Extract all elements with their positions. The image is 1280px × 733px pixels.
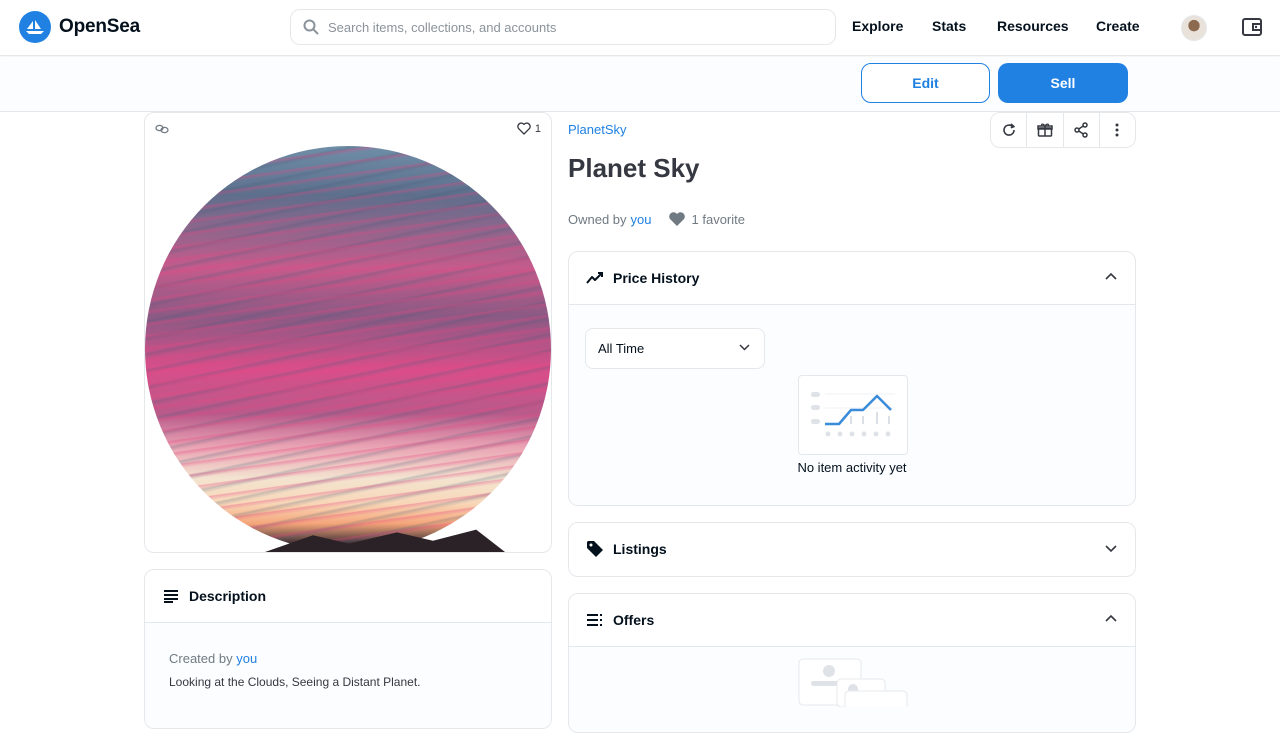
- opensea-logo[interactable]: OpenSea: [19, 11, 140, 43]
- more-vertical-icon: [1115, 123, 1119, 137]
- brand-name: OpenSea: [59, 16, 140, 37]
- more-options-button[interactable]: [1100, 113, 1135, 147]
- opensea-ship-icon: [19, 11, 51, 43]
- edit-button[interactable]: Edit: [861, 63, 990, 103]
- top-nav: OpenSea Explore Stats Resources Create: [0, 0, 1280, 56]
- creator-link[interactable]: you: [236, 651, 257, 666]
- offers-title: Offers: [613, 612, 655, 628]
- tag-icon: [587, 541, 603, 557]
- description-title: Description: [189, 588, 267, 604]
- share-icon: [1074, 122, 1088, 138]
- price-history-header[interactable]: Price History: [569, 252, 1135, 304]
- gift-icon: [1037, 123, 1053, 137]
- asset-image-card: 1: [144, 112, 552, 553]
- search-icon: [303, 19, 319, 35]
- search-input[interactable]: [328, 19, 808, 35]
- empty-chart-illustration: [798, 375, 908, 455]
- owner-link[interactable]: you: [631, 212, 652, 227]
- ownership-line: Owned by you 1 favorite: [568, 211, 745, 227]
- item-title: Planet Sky: [568, 153, 700, 183]
- nav-explore[interactable]: Explore: [852, 18, 903, 34]
- heart-filled-icon: [668, 212, 685, 226]
- listings-title: Listings: [613, 541, 667, 557]
- profile-avatar[interactable]: [1181, 15, 1207, 41]
- nft-image[interactable]: [145, 146, 551, 552]
- created-by-label: Created by: [169, 651, 233, 666]
- description-header[interactable]: Description: [145, 570, 551, 623]
- heart-outline-icon: [517, 122, 531, 135]
- favorite-count: 1: [534, 122, 541, 135]
- no-activity-text: No item activity yet: [797, 460, 907, 475]
- price-history-title: Price History: [613, 270, 700, 286]
- nav-resources[interactable]: Resources: [997, 18, 1069, 34]
- description-text: Looking at the Clouds, Seeing a Distant …: [169, 675, 421, 689]
- offers-header[interactable]: Offers: [569, 594, 1135, 646]
- sell-button[interactable]: Sell: [998, 63, 1128, 103]
- chevron-up-icon: [1105, 272, 1117, 280]
- refresh-icon: [1002, 123, 1015, 136]
- listings-header[interactable]: Listings: [569, 523, 1135, 575]
- asset-toolbar: [990, 112, 1136, 148]
- collection-link[interactable]: PlanetSky: [568, 122, 627, 137]
- price-history-panel: Price History All Time No item activity: [568, 251, 1136, 506]
- trending-up-icon: [586, 272, 603, 284]
- offers-list-icon: [587, 614, 602, 626]
- refresh-metadata-button[interactable]: [991, 113, 1028, 147]
- created-by: Created by you: [169, 651, 527, 666]
- chevron-up-icon: [1105, 614, 1117, 622]
- chevron-down-icon: [739, 344, 750, 351]
- description-lines-icon: [164, 590, 178, 603]
- offers-panel: Offers: [568, 593, 1136, 733]
- share-button[interactable]: [1064, 113, 1100, 147]
- listings-panel: Listings: [568, 522, 1136, 577]
- nav-stats[interactable]: Stats: [932, 18, 966, 34]
- owner-action-bar: Edit Sell: [0, 57, 1280, 112]
- owned-by-label: Owned by: [568, 211, 627, 227]
- transfer-button[interactable]: [1027, 113, 1064, 147]
- favorites-summary: 1 favorite: [668, 211, 745, 227]
- favorites-text: 1 favorite: [691, 211, 745, 227]
- offers-body: [569, 646, 1135, 732]
- nav-create[interactable]: Create: [1096, 18, 1140, 34]
- time-range-value: All Time: [598, 341, 645, 356]
- time-range-select[interactable]: All Time: [585, 328, 765, 369]
- mountain-silhouette: [265, 529, 505, 552]
- search-bar[interactable]: [290, 9, 836, 45]
- description-body: Created by you Looking at the Clouds, Se…: [145, 623, 551, 728]
- price-history-body: All Time No item activity yet: [569, 304, 1135, 505]
- favorite-toggle[interactable]: 1: [517, 122, 541, 135]
- wallet-icon[interactable]: [1241, 16, 1263, 38]
- chevron-down-icon: [1105, 545, 1117, 553]
- description-panel: Description Created by you Looking at th…: [144, 569, 552, 729]
- chain-link-icon[interactable]: [155, 122, 169, 140]
